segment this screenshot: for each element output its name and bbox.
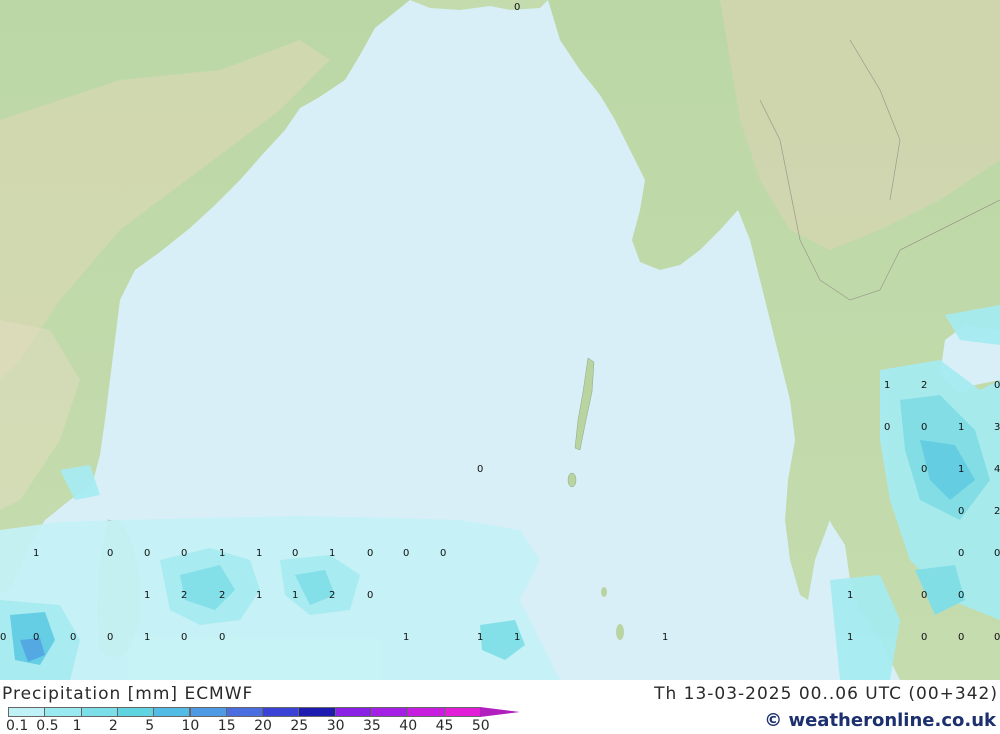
- grid-value: 3: [994, 422, 1000, 433]
- map-title: Precipitation [mm] ECMWF: [2, 684, 254, 704]
- grid-value: 1: [329, 548, 335, 559]
- scale-swatch: [407, 707, 445, 717]
- grid-value: 1: [33, 548, 39, 559]
- nicobar-island-1: [601, 587, 607, 597]
- scale-swatch: [44, 707, 82, 717]
- scale-label: 20: [254, 718, 272, 734]
- scale-swatch: [479, 707, 520, 717]
- grid-value: 0: [477, 464, 483, 475]
- grid-value: 0: [292, 548, 298, 559]
- scale-label: 5: [145, 718, 155, 734]
- scale-label: 0.5: [36, 718, 59, 734]
- map-footer: Precipitation [mm] ECMWF Th 13-03-2025 0…: [0, 680, 1000, 734]
- scale-swatch: [189, 707, 227, 717]
- scale-label: 40: [399, 718, 418, 734]
- grid-value: 0: [921, 464, 927, 475]
- grid-value: 1: [477, 632, 483, 643]
- scale-swatch: [8, 707, 46, 717]
- grid-value: 0: [884, 422, 890, 433]
- precip-band-south: [0, 516, 560, 680]
- grid-value: 0: [367, 590, 373, 601]
- scale-swatch: [334, 707, 372, 717]
- grid-value: 1: [958, 422, 964, 433]
- grid-value: 2: [994, 506, 1000, 517]
- grid-value: 0: [958, 632, 964, 643]
- grid-value: 1: [292, 590, 298, 601]
- scale-label: 50: [471, 718, 490, 734]
- grid-value: 2: [181, 590, 187, 601]
- grid-value: 4: [994, 464, 1000, 475]
- grid-value: 1: [958, 464, 964, 475]
- grid-value: 0: [958, 590, 964, 601]
- grid-value: 0: [181, 632, 187, 643]
- scale-label: 15: [217, 718, 236, 734]
- grid-value: 0: [70, 632, 76, 643]
- grid-value: 0: [958, 506, 964, 517]
- scale-swatch: [153, 707, 191, 717]
- grid-value: 0: [921, 632, 927, 643]
- grid-value: 1: [847, 590, 853, 601]
- grid-value: 1: [884, 380, 890, 391]
- scale-swatch: [80, 707, 118, 717]
- scale-label: 25: [290, 718, 309, 734]
- nicobar-island-2: [616, 624, 624, 640]
- scale-label: 30: [326, 718, 345, 734]
- grid-value: 1: [662, 632, 668, 643]
- scale-label: 0.1: [6, 718, 29, 734]
- grid-value: 2: [219, 590, 225, 601]
- grid-value: 0: [219, 632, 225, 643]
- scale-label: 35: [363, 718, 381, 734]
- grid-value: 0: [144, 548, 150, 559]
- scale-swatch: [371, 707, 409, 717]
- grid-value: 0: [994, 548, 1000, 559]
- scale-label: 1: [72, 718, 82, 734]
- grid-value: 0: [33, 632, 39, 643]
- grid-value: 0: [921, 422, 927, 433]
- precipitation-map: 1 0 0 0 1 1 0 1 0 0 0 1 2 2 1 1 2 0 0 0 …: [0, 0, 1000, 680]
- grid-value: 0: [0, 632, 6, 643]
- grid-value: 1: [256, 548, 262, 559]
- grid-value: 0: [994, 632, 1000, 643]
- grid-value: 0: [367, 548, 373, 559]
- little-andaman-island: [567, 472, 577, 488]
- scale-swatch: [225, 707, 264, 717]
- grid-value: 0: [181, 548, 187, 559]
- grid-value: 1: [847, 632, 853, 643]
- scale-swatch: [443, 707, 481, 717]
- grid-value: 2: [329, 590, 335, 601]
- grid-value: 0: [107, 548, 113, 559]
- grid-value: 1: [144, 632, 150, 643]
- grid-value: 0: [514, 2, 520, 13]
- scale-swatch: [262, 707, 300, 717]
- grid-value: 1: [514, 632, 520, 643]
- grid-value: 0: [958, 548, 964, 559]
- forecast-datetime: Th 13-03-2025 00..06 UTC (00+342): [654, 684, 998, 704]
- grid-value: 0: [994, 380, 1000, 391]
- grid-value: 1: [256, 590, 262, 601]
- site-credit[interactable]: © weatheronline.co.uk: [764, 710, 996, 731]
- grid-value: 1: [144, 590, 150, 601]
- grid-value: 0: [440, 548, 446, 559]
- scale-label: 2: [108, 718, 118, 734]
- grid-value: 1: [219, 548, 225, 559]
- grid-value: 2: [921, 380, 927, 391]
- scale-swatch: [298, 707, 336, 717]
- grid-value: 1: [403, 632, 409, 643]
- grid-value: 0: [403, 548, 409, 559]
- scale-label: 45: [435, 718, 454, 734]
- grid-value: 0: [921, 590, 927, 601]
- grid-value: 0: [107, 632, 113, 643]
- scale-label: 10: [181, 718, 200, 734]
- scale-swatch: [116, 707, 155, 717]
